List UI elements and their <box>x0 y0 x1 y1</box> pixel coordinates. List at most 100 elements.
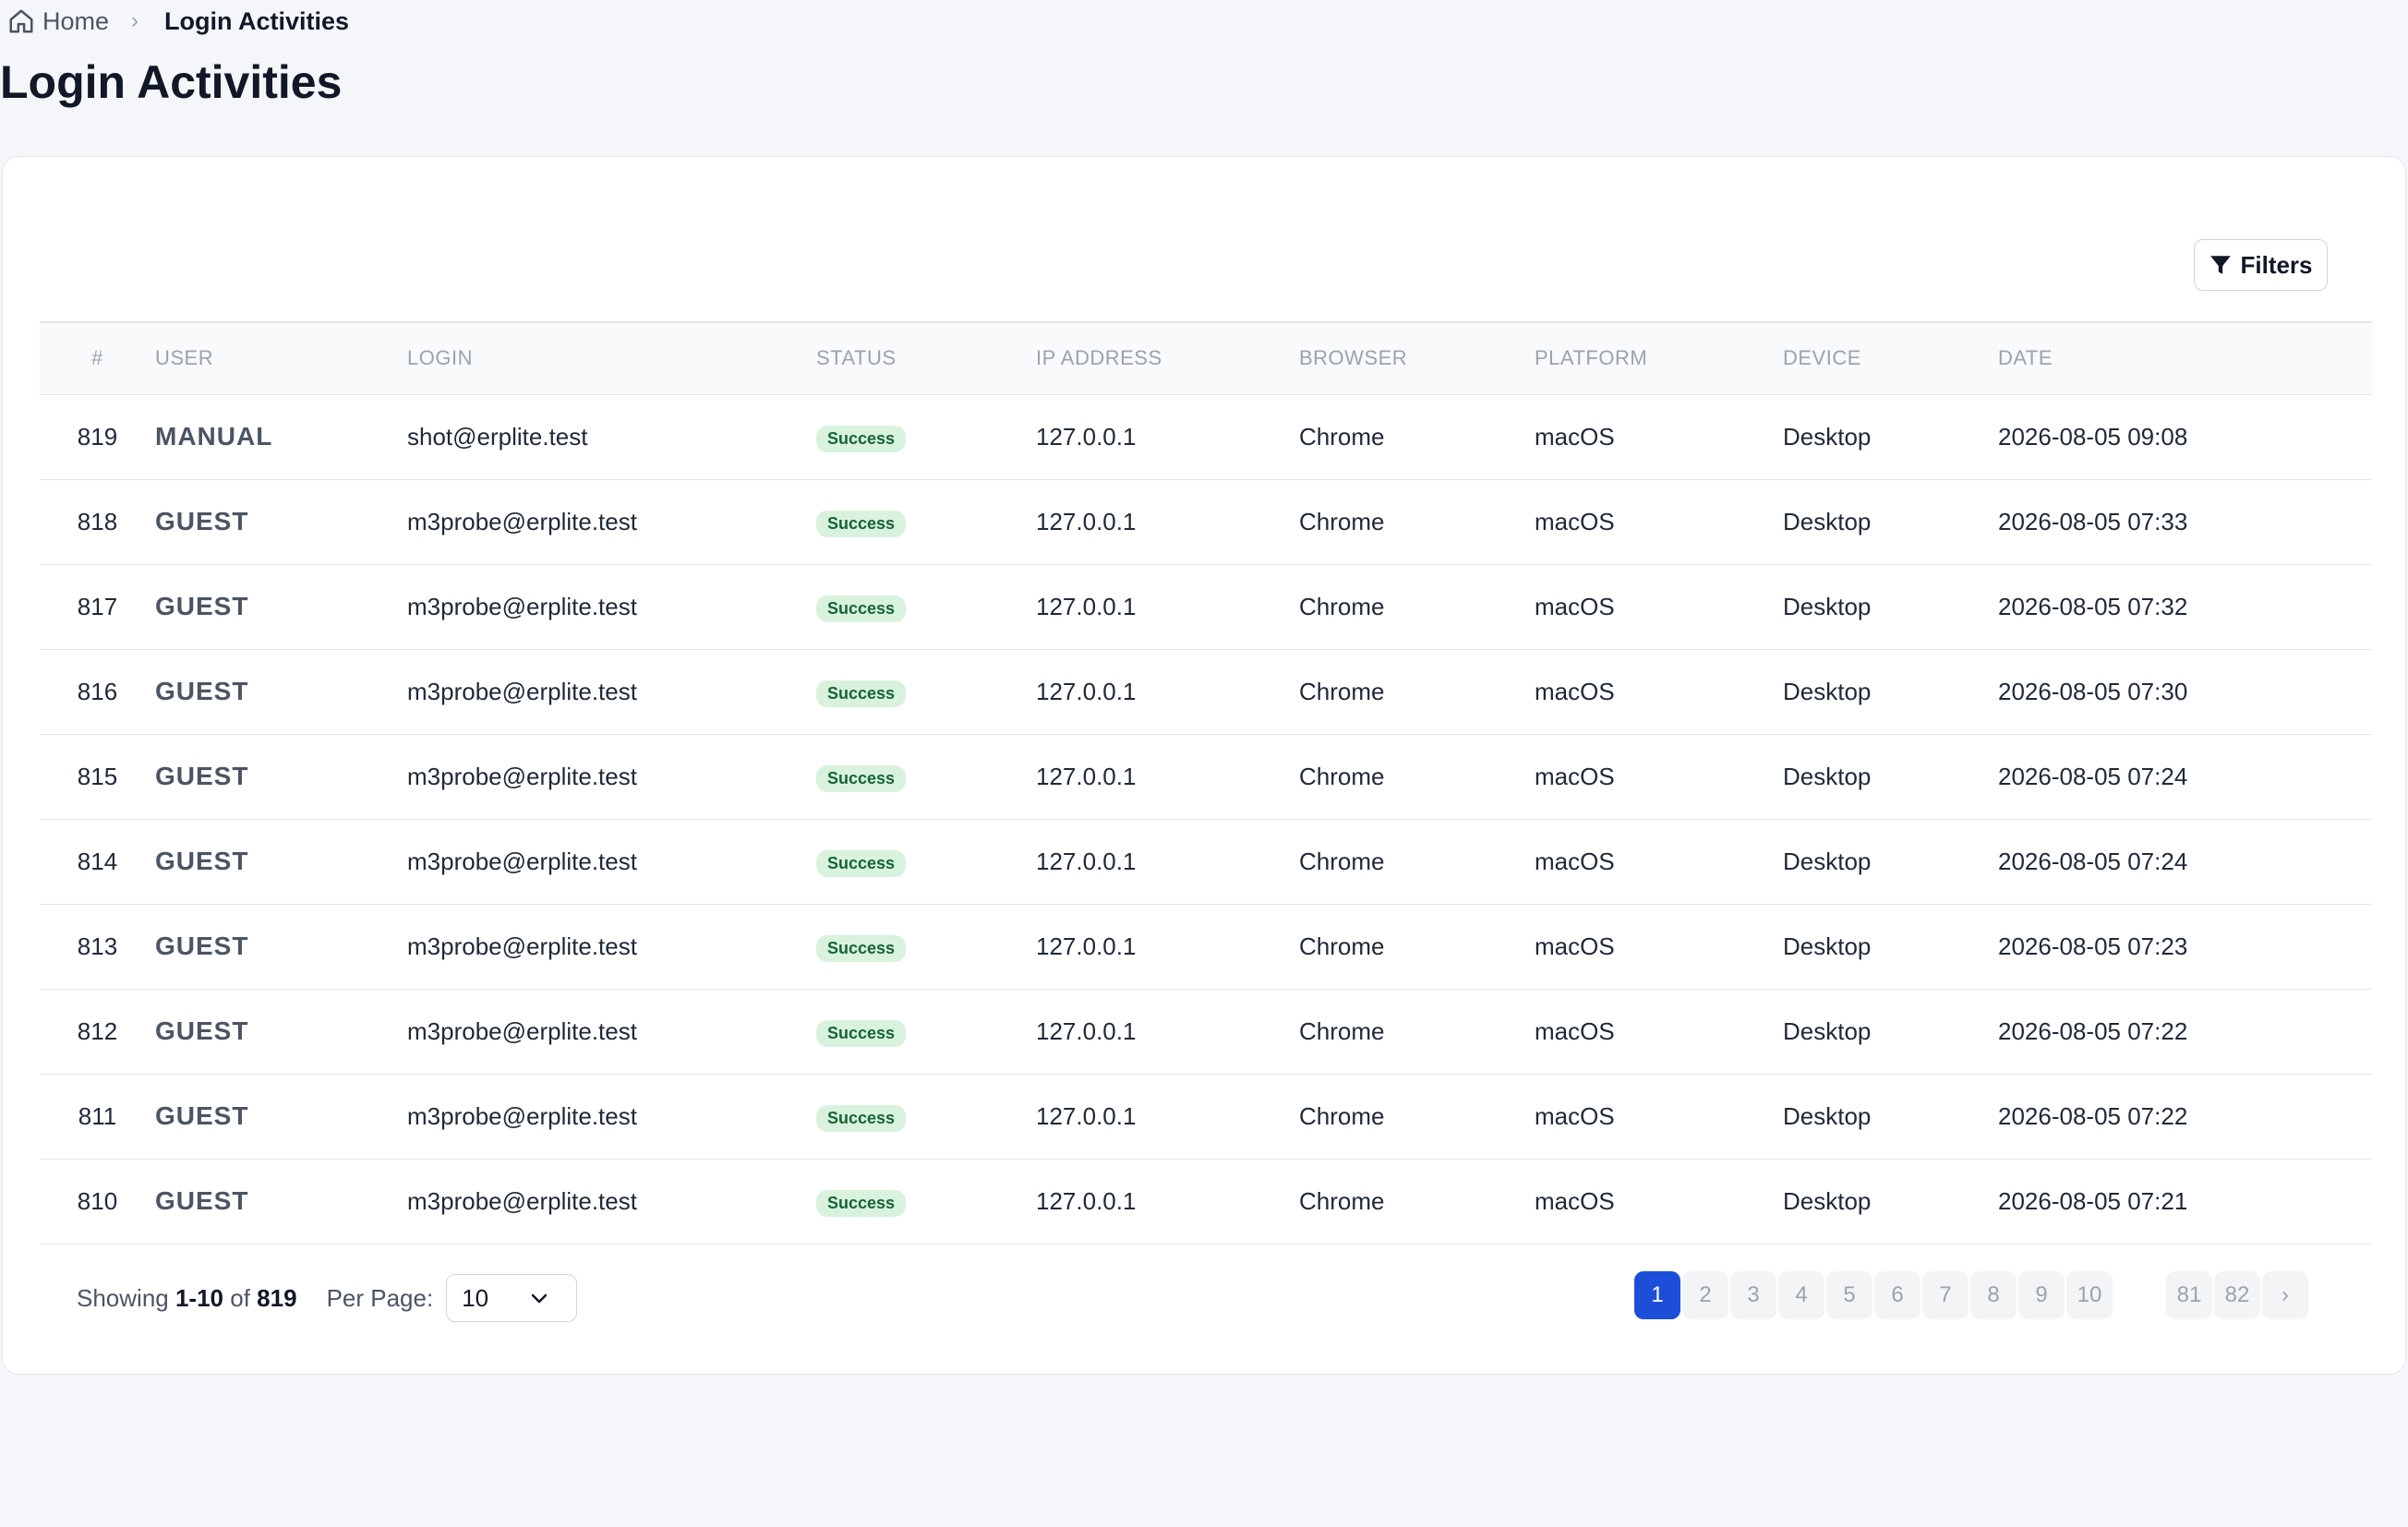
login-activities-table-wrap: # USER LOGIN STATUS IP ADDRESS BROWSER P… <box>40 321 2372 1244</box>
cell-num: 816 <box>77 677 118 705</box>
page-button-2[interactable]: 2 <box>1682 1271 1728 1319</box>
per-page-value: 10 <box>462 1283 489 1312</box>
table-row[interactable]: 818 GUEST m3probe@erplite.test Success 1… <box>40 479 2372 564</box>
table-row[interactable]: 815 GUEST m3probe@erplite.test Success 1… <box>40 734 2372 819</box>
cell-user[interactable]: GUEST <box>155 592 248 620</box>
cell-user[interactable]: GUEST <box>155 932 248 960</box>
status-badge: Success <box>816 1019 907 1047</box>
cell-device: Desktop <box>1783 762 1872 790</box>
cell-user[interactable]: GUEST <box>155 1101 248 1130</box>
cell-user[interactable]: GUEST <box>155 677 248 705</box>
table-row[interactable]: 814 GUEST m3probe@erplite.test Success 1… <box>40 819 2372 904</box>
cell-user[interactable]: GUEST <box>155 1016 248 1045</box>
status-badge: Success <box>816 595 907 622</box>
header-user[interactable]: USER <box>155 322 407 394</box>
cell-device: Desktop <box>1783 507 1872 535</box>
cell-ip-address: 127.0.0.1 <box>1036 422 1137 451</box>
header-date[interactable]: DATE <box>1998 322 2372 394</box>
page-button-3[interactable]: 3 <box>1730 1271 1776 1319</box>
breadcrumb: Home › Login Activities <box>7 4 349 39</box>
header-platform[interactable]: PLATFORM <box>1535 322 1783 394</box>
cell-login: shot@erplite.test <box>407 422 588 451</box>
header-num[interactable]: # <box>40 322 155 394</box>
status-badge: Success <box>816 1189 907 1217</box>
cell-date: 2026-08-05 07:23 <box>1998 932 2188 960</box>
cell-login: m3probe@erplite.test <box>407 677 637 705</box>
cell-user[interactable]: GUEST <box>155 762 248 790</box>
cell-platform: macOS <box>1535 1101 1615 1130</box>
table-row[interactable]: 812 GUEST m3probe@erplite.test Success 1… <box>40 989 2372 1074</box>
page-button-4[interactable]: 4 <box>1778 1271 1824 1319</box>
page-button-82[interactable]: 82 <box>2214 1271 2260 1319</box>
table-row[interactable]: 810 GUEST m3probe@erplite.test Success 1… <box>40 1159 2372 1244</box>
cell-device: Desktop <box>1783 847 1872 875</box>
cell-device: Desktop <box>1783 422 1872 451</box>
cell-browser: Chrome <box>1299 422 1385 451</box>
table-row[interactable]: 819 MANUAL shot@erplite.test Success 127… <box>40 394 2372 479</box>
cell-device: Desktop <box>1783 677 1872 705</box>
cell-platform: macOS <box>1535 592 1615 620</box>
header-browser[interactable]: BROWSER <box>1299 322 1535 394</box>
page-button-8[interactable]: 8 <box>1970 1271 2017 1319</box>
table-row[interactable]: 817 GUEST m3probe@erplite.test Success 1… <box>40 564 2372 649</box>
cell-platform: macOS <box>1535 1186 1615 1215</box>
table-row[interactable]: 813 GUEST m3probe@erplite.test Success 1… <box>40 904 2372 989</box>
cell-user[interactable]: GUEST <box>155 847 248 875</box>
cell-num: 811 <box>78 1101 117 1130</box>
header-device[interactable]: DEVICE <box>1783 322 1998 394</box>
cell-ip-address: 127.0.0.1 <box>1036 1186 1137 1215</box>
cell-ip-address: 127.0.0.1 <box>1036 762 1137 790</box>
cell-browser: Chrome <box>1299 847 1385 875</box>
cell-ip-address: 127.0.0.1 <box>1036 847 1137 875</box>
header-login[interactable]: LOGIN <box>407 322 816 394</box>
page-button-5[interactable]: 5 <box>1826 1271 1872 1319</box>
page-button-81[interactable]: 81 <box>2166 1271 2212 1319</box>
page-button-9[interactable]: 9 <box>2018 1271 2065 1319</box>
status-badge: Success <box>816 849 907 877</box>
cell-date: 2026-08-05 07:33 <box>1998 507 2188 535</box>
cell-device: Desktop <box>1783 932 1872 960</box>
header-ip-address[interactable]: IP ADDRESS <box>1036 322 1299 394</box>
table-row[interactable]: 811 GUEST m3probe@erplite.test Success 1… <box>40 1074 2372 1159</box>
cell-platform: macOS <box>1535 932 1615 960</box>
page-button-6[interactable]: 6 <box>1874 1271 1920 1319</box>
cell-date: 2026-08-05 07:24 <box>1998 762 2188 790</box>
cell-num: 817 <box>77 592 118 620</box>
cell-user[interactable]: GUEST <box>155 507 248 535</box>
breadcrumb-separator-icon: › <box>131 8 139 33</box>
cell-num: 814 <box>77 847 118 875</box>
cell-browser: Chrome <box>1299 1016 1385 1045</box>
cell-device: Desktop <box>1783 1101 1872 1130</box>
page-button-1[interactable]: 1 <box>1634 1271 1680 1319</box>
cell-login: m3probe@erplite.test <box>407 932 637 960</box>
filters-button[interactable]: Filters <box>2194 239 2328 291</box>
showing-label: Showing <box>77 1283 169 1312</box>
breadcrumb-home-link[interactable]: Home <box>42 7 109 36</box>
filter-icon <box>2209 253 2233 277</box>
home-icon[interactable] <box>7 7 35 35</box>
next-page-button[interactable]: › <box>2262 1271 2308 1319</box>
cell-num: 818 <box>77 507 118 535</box>
cell-user[interactable]: MANUAL <box>155 422 272 451</box>
cell-date: 2026-08-05 07:24 <box>1998 847 2188 875</box>
cell-browser: Chrome <box>1299 677 1385 705</box>
cell-browser: Chrome <box>1299 507 1385 535</box>
page-button-10[interactable]: 10 <box>2066 1271 2113 1319</box>
table-footer: Showing 1-10 of 819 Per Page: 10 <box>77 1272 578 1324</box>
cell-date: 2026-08-05 07:30 <box>1998 677 2188 705</box>
cell-login: m3probe@erplite.test <box>407 1101 637 1130</box>
page-button-7[interactable]: 7 <box>1922 1271 1969 1319</box>
login-activities-card: Filters # USER LOGIN STATUS IP ADDRESS B… <box>2 156 2406 1375</box>
status-badge: Success <box>816 1104 907 1132</box>
per-page-select[interactable]: 10 <box>446 1274 578 1322</box>
cell-num: 813 <box>77 932 118 960</box>
cell-user[interactable]: GUEST <box>155 1186 248 1215</box>
cell-browser: Chrome <box>1299 762 1385 790</box>
breadcrumb-current: Login Activities <box>164 6 350 35</box>
header-status[interactable]: STATUS <box>816 322 1036 394</box>
status-badge: Success <box>816 934 907 962</box>
per-page-label: Per Page: <box>326 1283 434 1312</box>
cell-date: 2026-08-05 07:21 <box>1998 1186 2188 1215</box>
cell-login: m3probe@erplite.test <box>407 507 637 535</box>
table-row[interactable]: 816 GUEST m3probe@erplite.test Success 1… <box>40 649 2372 734</box>
